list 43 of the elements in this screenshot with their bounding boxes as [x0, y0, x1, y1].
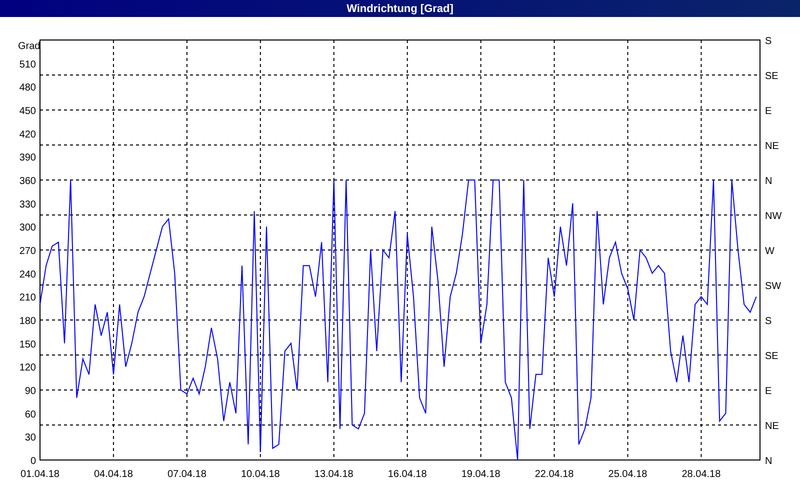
y-axis-label: 30 [24, 432, 36, 444]
compass-axis-label: W [765, 246, 774, 257]
x-axis-label: 07.04.18 [167, 469, 206, 480]
compass-axis-label: S [765, 316, 772, 327]
x-axis-label: 04.04.18 [94, 469, 133, 480]
y-axis-label: 360 [19, 176, 36, 187]
x-axis-label: 28.04.18 [682, 469, 721, 480]
y-axis-label: 300 [19, 222, 36, 234]
x-axis-label: 13.04.18 [314, 469, 354, 480]
window-title: Windrichtung [Grad] [346, 2, 454, 14]
compass-axis-label: E [765, 386, 772, 397]
compass-axis-label: NW [765, 211, 782, 222]
compass-axis-label: E [765, 106, 772, 117]
y-axis-label: 90 [24, 386, 36, 397]
compass-axis-label: SW [765, 281, 782, 292]
x-axis-label: 19.04.18 [461, 469, 500, 480]
x-axis-label: 01.04.18 [20, 469, 60, 480]
compass-axis-label: S [765, 36, 772, 47]
y-axis-label: 330 [19, 199, 36, 210]
x-axis-label: 22.04.18 [534, 469, 574, 480]
y-axis-label: 240 [19, 269, 36, 280]
y-axis-label: 0 [30, 456, 36, 467]
x-axis-label: 10.04.18 [240, 469, 280, 480]
y-axis-label: 150 [19, 339, 36, 350]
y-axis-label: 210 [19, 292, 36, 304]
x-axis-label: 25.04.18 [608, 469, 648, 480]
compass-axis-label: N [765, 456, 772, 467]
y-axis-label: 270 [19, 246, 36, 257]
y-axis-label: 390 [19, 152, 36, 164]
compass-axis-label: N [765, 176, 772, 187]
compass-axis-label: SE [765, 351, 778, 362]
compass-axis-label: NE [765, 141, 779, 152]
y-axis-label: 420 [19, 129, 36, 140]
compass-axis-label: NE [765, 421, 779, 432]
compass-axis-label: SE [765, 71, 778, 82]
y-axis-label: 480 [19, 82, 36, 94]
y-axis-label: 60 [24, 409, 36, 420]
y-axis-label: 450 [19, 106, 36, 117]
y-axis-title: Grad [18, 41, 40, 52]
x-axis-label: 16.04.18 [388, 469, 427, 480]
y-axis-label: 180 [19, 316, 36, 327]
y-axis-label: 120 [19, 362, 36, 374]
y-axis-label: 510 [19, 59, 36, 70]
